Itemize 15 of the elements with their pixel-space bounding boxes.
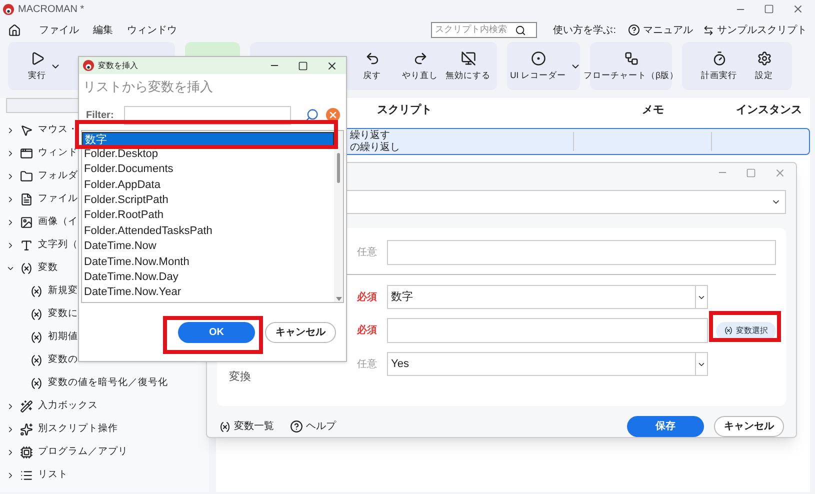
dialog-title: 変数を挿入 (98, 60, 138, 72)
column-header: スクリプト (377, 102, 432, 118)
column-header: インスタンス (736, 102, 802, 118)
requirement-label: 必須 (357, 290, 378, 305)
requirement-label: 任意 (357, 358, 378, 372)
filter-label: Filter: (86, 108, 115, 122)
script-text: の繰り返し (350, 142, 400, 154)
section-label: 変換 (229, 371, 251, 384)
requirement-label: 任意 (357, 246, 378, 260)
help-label: 使い方を学ぶ: (553, 24, 616, 38)
script-text: 繰り返す (350, 130, 390, 142)
requirement-label: 必須 (357, 324, 378, 338)
dialog-heading: リストから変数を挿入 (82, 78, 214, 96)
column-header: メモ (642, 102, 664, 118)
window-title: MACROMAN * (18, 2, 84, 16)
